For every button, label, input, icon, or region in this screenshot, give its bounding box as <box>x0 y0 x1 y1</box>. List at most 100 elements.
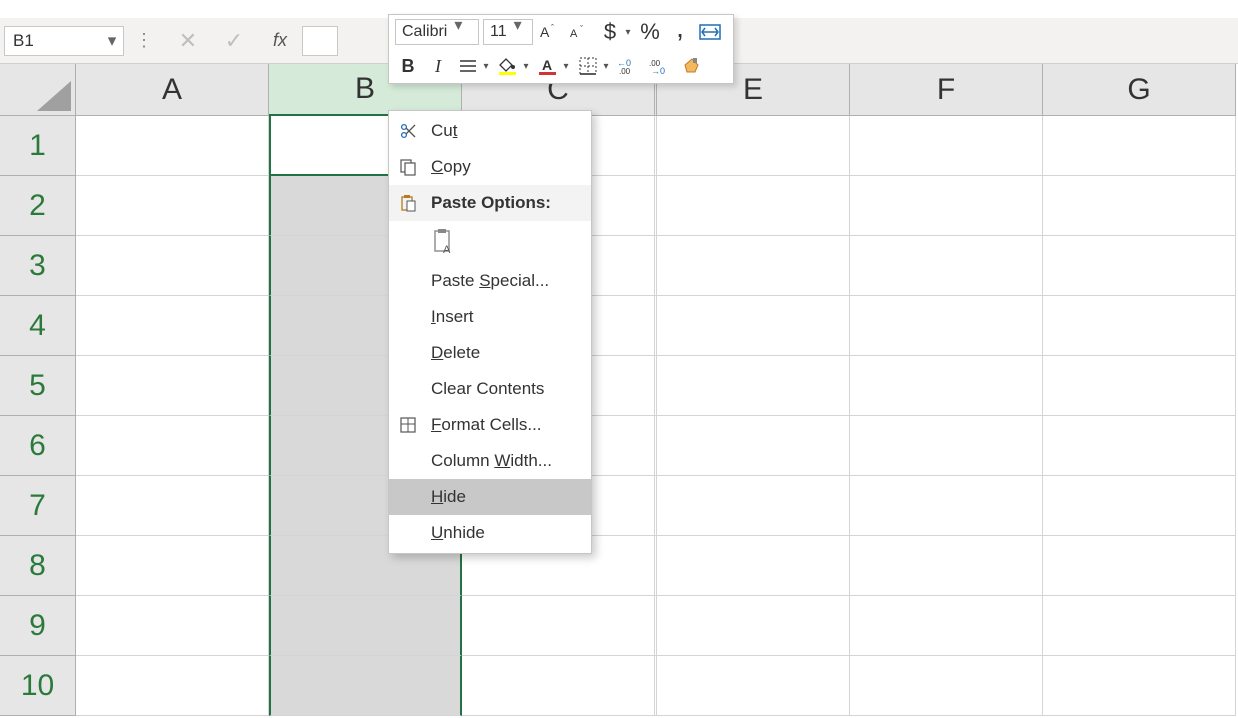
paste-option-button[interactable]: A <box>389 221 591 263</box>
menu-cut[interactable]: Cut <box>389 113 591 149</box>
cell[interactable] <box>1043 656 1236 716</box>
cell[interactable] <box>657 416 850 476</box>
cell[interactable] <box>657 476 850 536</box>
cell[interactable] <box>657 296 850 356</box>
cells-region[interactable] <box>76 116 1236 716</box>
cell[interactable] <box>657 176 850 236</box>
menu-clear-contents[interactable]: Clear Contents <box>389 371 591 407</box>
cell[interactable] <box>76 476 269 536</box>
enter-icon[interactable]: ✓ <box>220 27 248 55</box>
cell[interactable] <box>76 656 269 716</box>
cell[interactable] <box>1043 176 1236 236</box>
formula-input[interactable] <box>302 26 338 56</box>
cell[interactable] <box>657 656 850 716</box>
row-header[interactable]: 7 <box>0 476 76 536</box>
merge-center-icon[interactable] <box>697 19 723 45</box>
cell[interactable] <box>76 236 269 296</box>
font-size-combo[interactable]: 11 ▾ <box>483 19 533 45</box>
format-painter-icon[interactable] <box>679 53 705 79</box>
align-icon[interactable] <box>455 53 481 79</box>
decrease-font-icon[interactable]: Aˇ <box>567 19 593 45</box>
cell[interactable] <box>76 116 269 176</box>
cell[interactable] <box>1043 536 1236 596</box>
cell[interactable] <box>850 116 1043 176</box>
cell[interactable] <box>657 536 850 596</box>
cell[interactable] <box>1043 416 1236 476</box>
chevron-down-icon[interactable]: ▾ <box>481 61 491 72</box>
cell[interactable] <box>76 596 269 656</box>
cell[interactable] <box>1043 596 1236 656</box>
row-header[interactable]: 6 <box>0 416 76 476</box>
cell[interactable] <box>269 656 462 716</box>
comma-format-button[interactable]: , <box>667 15 693 41</box>
menu-copy[interactable]: Copy <box>389 149 591 185</box>
insert-function-icon[interactable]: fx <box>266 27 294 55</box>
italic-button[interactable]: I <box>425 53 451 79</box>
row-header[interactable]: 5 <box>0 356 76 416</box>
borders-icon[interactable] <box>575 53 601 79</box>
row-header[interactable]: 4 <box>0 296 76 356</box>
chevron-down-icon[interactable]: ▾ <box>561 61 571 72</box>
cell[interactable] <box>76 416 269 476</box>
cell[interactable] <box>1043 296 1236 356</box>
row-header[interactable]: 10 <box>0 656 76 716</box>
cell[interactable] <box>76 356 269 416</box>
menu-insert[interactable]: Insert <box>389 299 591 335</box>
fill-color-icon[interactable] <box>495 53 521 79</box>
menu-paste-special[interactable]: Paste Special... <box>389 263 591 299</box>
row-header[interactable]: 1 <box>0 116 76 176</box>
increase-font-icon[interactable]: Aˆ <box>537 19 563 45</box>
name-box[interactable]: B1 ▾ <box>4 26 124 56</box>
cell[interactable] <box>657 236 850 296</box>
row-header[interactable]: 8 <box>0 536 76 596</box>
cell[interactable] <box>1043 236 1236 296</box>
cell[interactable] <box>850 356 1043 416</box>
cell[interactable] <box>850 176 1043 236</box>
cell[interactable] <box>76 536 269 596</box>
cancel-icon[interactable]: ✕ <box>174 27 202 55</box>
cell[interactable] <box>850 596 1043 656</box>
column-header[interactable]: A <box>76 64 269 116</box>
chevron-down-icon[interactable]: ▾ <box>623 27 633 38</box>
accounting-format-button[interactable]: $ <box>597 19 623 45</box>
chevron-down-icon[interactable]: ▾ <box>521 61 531 72</box>
column-header[interactable]: F <box>850 64 1043 116</box>
cell[interactable] <box>1043 356 1236 416</box>
cell[interactable] <box>657 356 850 416</box>
font-family-combo[interactable]: Calibri ▾ <box>395 19 479 45</box>
increase-decimal-icon[interactable]: ←0.00 <box>615 53 643 79</box>
menu-delete[interactable]: Delete <box>389 335 591 371</box>
cell[interactable] <box>850 536 1043 596</box>
cell[interactable] <box>76 176 269 236</box>
cell[interactable] <box>1043 116 1236 176</box>
font-color-icon[interactable]: A <box>535 53 561 79</box>
menu-column-width[interactable]: Column Width... <box>389 443 591 479</box>
cell[interactable] <box>850 476 1043 536</box>
cell[interactable] <box>657 116 850 176</box>
row-header[interactable]: 9 <box>0 596 76 656</box>
cell[interactable] <box>1043 476 1236 536</box>
menu-hide[interactable]: Hide <box>389 479 591 515</box>
cell[interactable] <box>850 236 1043 296</box>
chevron-down-icon[interactable]: ▾ <box>511 18 525 32</box>
select-all-corner[interactable] <box>0 64 76 116</box>
row-header[interactable]: 2 <box>0 176 76 236</box>
column-header[interactable]: G <box>1043 64 1236 116</box>
cell[interactable] <box>850 416 1043 476</box>
chevron-down-icon[interactable]: ▾ <box>451 18 465 32</box>
cell[interactable] <box>850 656 1043 716</box>
percent-format-button[interactable]: % <box>637 19 663 45</box>
cell[interactable] <box>269 596 462 656</box>
bold-button[interactable]: B <box>395 53 421 79</box>
cell[interactable] <box>462 596 655 656</box>
cell[interactable] <box>462 656 655 716</box>
decrease-decimal-icon[interactable]: .00→0 <box>647 53 675 79</box>
row-header[interactable]: 3 <box>0 236 76 296</box>
menu-format-cells[interactable]: Format Cells... <box>389 407 591 443</box>
cell[interactable] <box>657 596 850 656</box>
cell[interactable] <box>76 296 269 356</box>
customize-icon[interactable]: ⋮ <box>130 26 158 56</box>
chevron-down-icon[interactable]: ▾ <box>105 34 119 48</box>
cell[interactable] <box>850 296 1043 356</box>
chevron-down-icon[interactable]: ▾ <box>601 61 611 72</box>
